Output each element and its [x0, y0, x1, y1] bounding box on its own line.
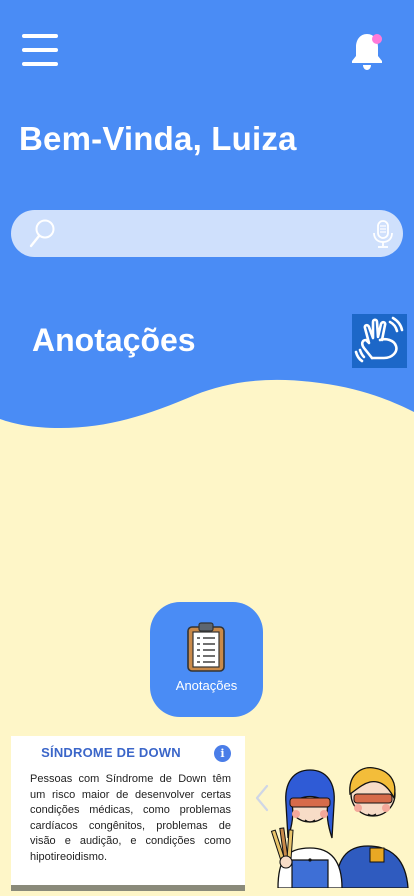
info-card-body: Pessoas com Síndrome de Down têm um risc… — [30, 773, 231, 863]
menu-line — [22, 62, 58, 66]
notification-dot — [372, 34, 382, 44]
menu-line — [22, 48, 58, 52]
microphone-icon[interactable] — [369, 220, 397, 248]
children-illustration — [270, 767, 409, 888]
info-card: SÍNDROME DE DOWN i Pessoas com Síndrome … — [11, 736, 245, 885]
menu-button[interactable] — [22, 34, 62, 66]
chevron-left-icon[interactable] — [253, 784, 271, 812]
sign-language-icon[interactable] — [352, 314, 407, 368]
info-card-title: SÍNDROME DE DOWN — [41, 745, 181, 760]
notification-bell-icon[interactable] — [348, 30, 388, 72]
search-bar[interactable] — [11, 210, 403, 257]
notes-button-label: Anotações — [175, 678, 238, 693]
clipboard-icon — [187, 622, 225, 672]
info-icon[interactable]: i — [214, 745, 231, 762]
greeting-title: Bem-Vinda, Luiza — [19, 120, 297, 157]
search-icon[interactable] — [27, 218, 57, 250]
section-title: Anotações — [32, 322, 196, 358]
search-input[interactable] — [63, 218, 353, 249]
notes-button[interactable]: Anotações — [150, 602, 263, 717]
menu-line — [22, 34, 58, 38]
